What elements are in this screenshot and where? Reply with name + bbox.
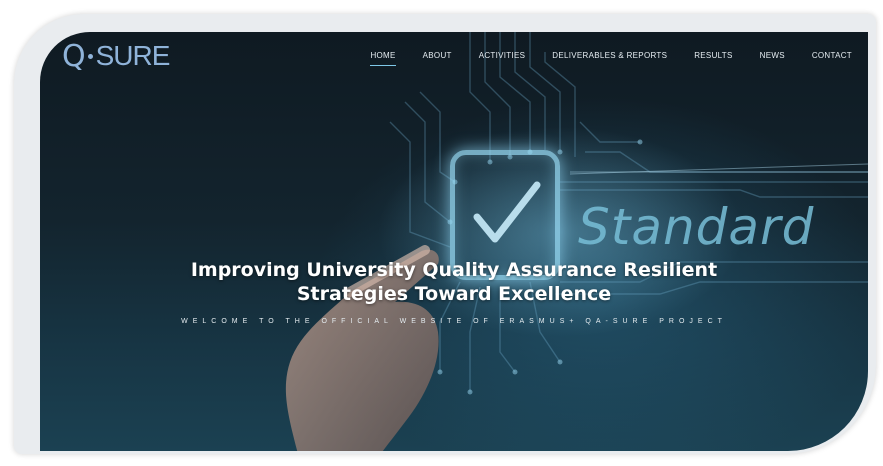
screenshot-frame: Standard Q SURE HOME ABOUT ACTIVITIES DE… <box>0 0 883 466</box>
hero-title-line-1: Improving University Quality Assurance R… <box>190 259 718 281</box>
website-hero: Standard Q SURE HOME ABOUT ACTIVITIES DE… <box>40 32 868 451</box>
nav-activities[interactable]: ACTIVITIES <box>479 49 526 66</box>
q-sure-logo[interactable]: Q SURE <box>62 38 171 74</box>
hero-title: Improving University Quality Assurance R… <box>40 258 868 306</box>
logo-letter: Q <box>62 38 86 74</box>
nav-deliverables-reports[interactable]: DELIVERABLES & REPORTS <box>552 49 667 66</box>
nav-contact[interactable]: CONTACT <box>812 49 852 66</box>
main-navigation: HOME ABOUT ACTIVITIES DELIVERABLES & REP… <box>343 49 852 66</box>
hand-graphic <box>285 245 439 451</box>
logo-text: SURE <box>95 40 171 71</box>
nav-home[interactable]: HOME <box>370 49 396 66</box>
hero-subtitle: WELCOME TO THE OFFICIAL WEBSITE OF ERASM… <box>181 318 727 325</box>
standard-background-text: Standard <box>578 198 815 256</box>
logo-dot-icon <box>87 53 93 59</box>
hero-title-line-2: Strategies Toward Excellence <box>296 283 612 305</box>
nav-news[interactable]: NEWS <box>760 49 785 66</box>
nav-about[interactable]: ABOUT <box>423 49 452 66</box>
nav-results[interactable]: RESULTS <box>694 49 732 66</box>
